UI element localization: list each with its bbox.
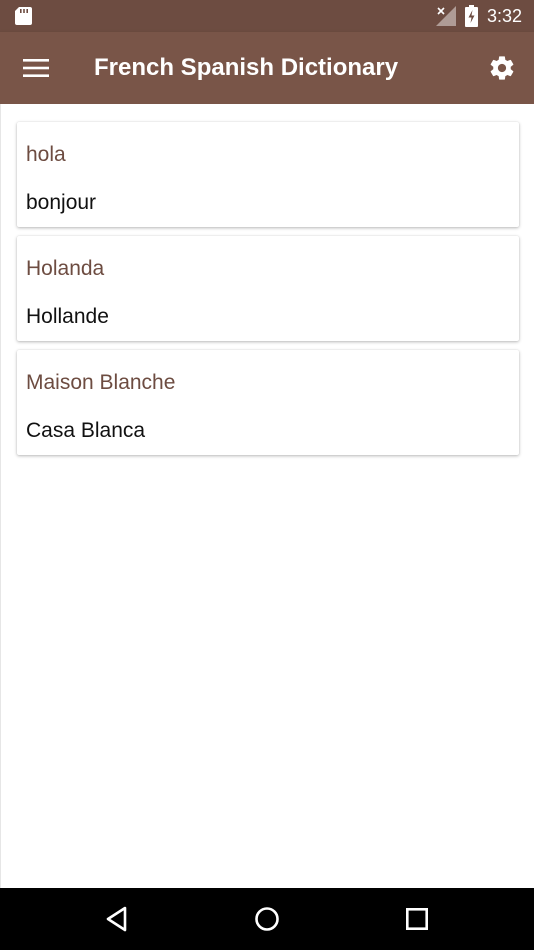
settings-button[interactable]	[478, 44, 526, 92]
status-bar: 3:32	[0, 0, 534, 32]
result-translation: bonjour	[26, 191, 97, 214]
gear-icon	[490, 56, 514, 80]
app-bar: French Spanish Dictionary	[0, 32, 534, 104]
result-card-holanda[interactable]: Holanda Hollande	[17, 236, 519, 341]
recents-icon	[405, 907, 428, 930]
back-button[interactable]	[95, 897, 139, 941]
page-title: French Spanish Dictionary	[94, 54, 399, 81]
home-icon	[255, 907, 279, 931]
status-clock: 3:32	[487, 6, 523, 26]
result-term: Maison Blanche	[26, 371, 176, 394]
battery-charging-icon	[465, 5, 478, 27]
back-icon	[106, 906, 127, 932]
home-button[interactable]	[245, 897, 289, 941]
result-card-maison-blanche[interactable]: Maison Blanche Casa Blanca	[17, 350, 519, 455]
result-card-hola[interactable]: hola bonjour	[17, 122, 519, 227]
sd-card-icon	[15, 7, 32, 25]
result-translation: Hollande	[26, 305, 109, 328]
signal-off-icon	[436, 6, 456, 26]
navigation-bar	[0, 888, 534, 950]
recents-button[interactable]	[395, 897, 439, 941]
result-term: Holanda	[26, 257, 105, 280]
menu-icon	[23, 59, 49, 77]
result-term: hola	[26, 143, 66, 166]
result-translation: Casa Blanca	[26, 419, 146, 442]
menu-button[interactable]	[12, 44, 60, 92]
results-list: hola bonjour Holanda Hollande Maison Bla…	[0, 104, 534, 888]
